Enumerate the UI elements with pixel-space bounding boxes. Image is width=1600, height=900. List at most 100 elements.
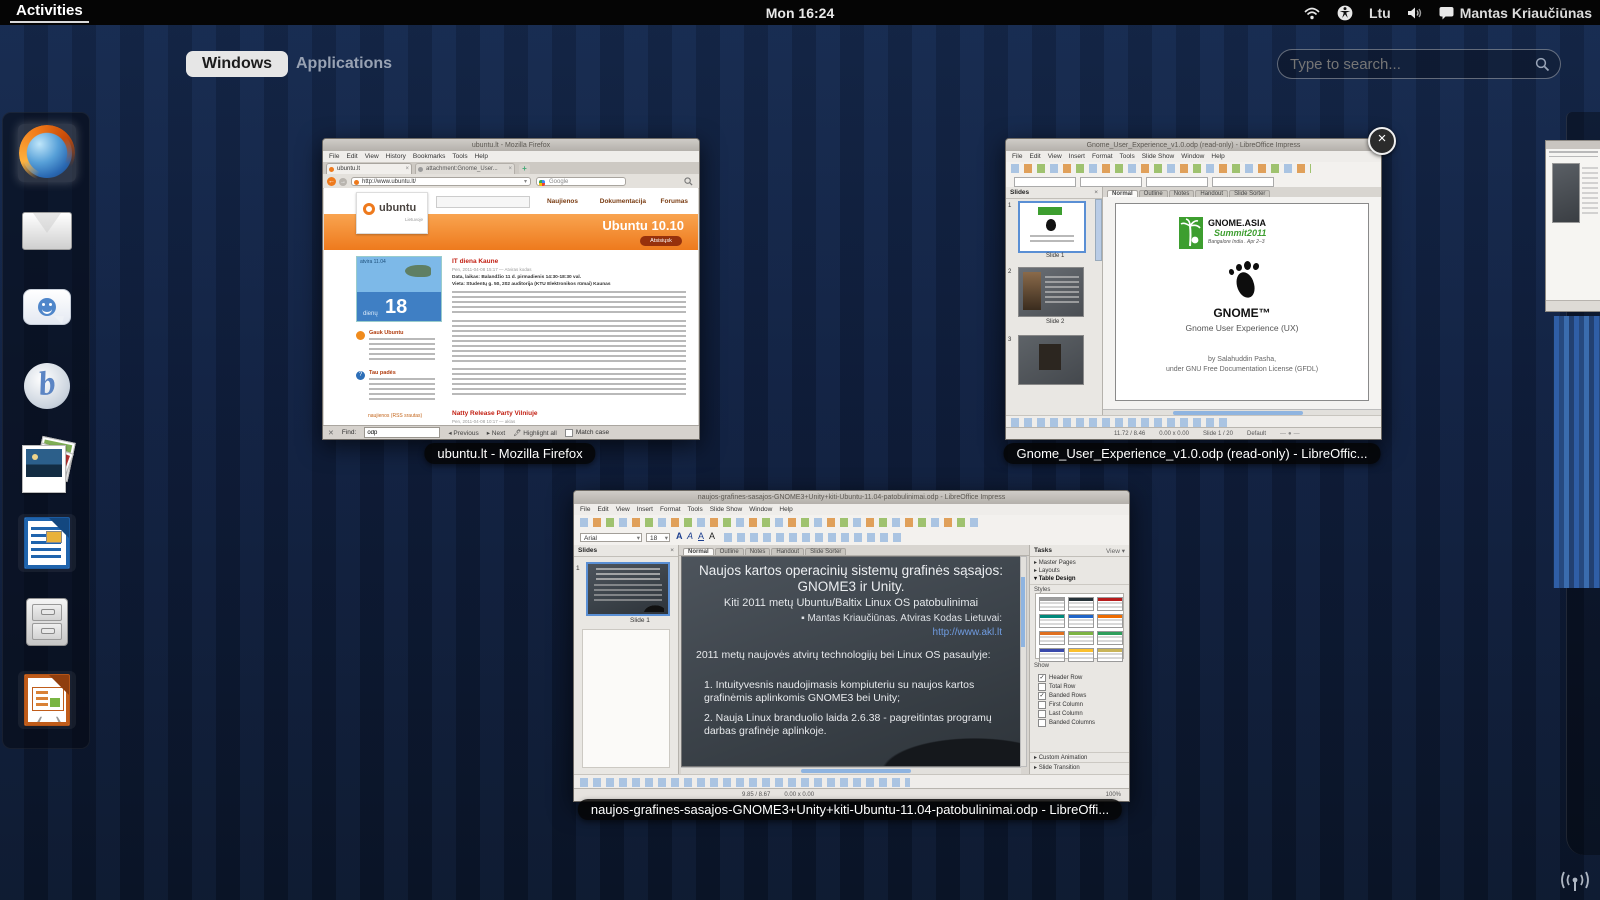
accessibility-icon[interactable] <box>1337 5 1353 21</box>
window-gnome-impress[interactable]: Gnome_User_Experience_v1.0.odp (read-onl… <box>1005 138 1382 440</box>
workspace-window-preview[interactable] <box>1545 140 1600 312</box>
dock-item-empathy-chat[interactable] <box>18 278 76 336</box>
highlight-all-button[interactable]: 🖊 Highlight all <box>513 429 557 437</box>
window-close-button[interactable]: × <box>1368 127 1396 155</box>
firefox-tab-2[interactable]: attachment:Gnome_User...× <box>415 163 515 174</box>
view-tabs[interactable]: NormalOutline NotesHandout Slide Sorter <box>679 545 1029 556</box>
zoom-slider[interactable]: —●— <box>1280 431 1302 437</box>
download-button[interactable]: Atsisiųsk <box>640 236 682 246</box>
checkbox-total-row[interactable]: Total Row <box>1038 682 1127 691</box>
table-style-swatch[interactable] <box>1039 597 1065 611</box>
toolbar-dropdown[interactable] <box>1212 177 1274 187</box>
main-impress-titlebar[interactable]: naujos-grafines-sasajos-GNOME3+Unity+kit… <box>574 491 1129 505</box>
dock-item-banshee[interactable] <box>18 357 76 415</box>
slide-title[interactable]: Naujos kartos operacinių sistemų grafinė… <box>682 563 1020 596</box>
window-caption-gnome-impress[interactable]: Gnome_User_Experience_v1.0.odp (read-onl… <box>1004 443 1381 464</box>
search-engine-field[interactable]: Google <box>536 177 626 186</box>
volume-icon[interactable] <box>1407 6 1423 20</box>
window-main-impress[interactable]: naujos-grafines-sasajos-GNOME3+Unity+kit… <box>573 490 1130 802</box>
findbar-close-icon[interactable]: ✕ <box>328 429 334 437</box>
url-bar[interactable]: http://www.ubuntu.lt/ ▾ <box>351 177 531 186</box>
dock-item-nautilus-files[interactable] <box>18 593 76 651</box>
find-next-button[interactable]: ▸ Next <box>487 429 505 437</box>
standard-toolbar[interactable] <box>1006 162 1381 176</box>
alignment-buttons[interactable] <box>724 533 904 542</box>
url-dropdown-icon[interactable]: ▾ <box>524 178 527 187</box>
font-name-select[interactable]: Arial▾ <box>580 533 642 542</box>
page-search-icon[interactable] <box>684 177 693 186</box>
tasks-section-custom-animation[interactable]: ▸ Custom Animation <box>1030 752 1129 762</box>
nav-forumas[interactable]: Forumas <box>661 198 688 205</box>
bold-button[interactable]: A <box>676 531 683 541</box>
slide-thumbnail-3[interactable] <box>1018 335 1084 385</box>
underline-button[interactable]: A <box>698 531 704 541</box>
tasks-section-table-design[interactable]: ▾ Table Design <box>1030 574 1129 585</box>
slide-canvas[interactable]: GNOME.ASIA Summit2011 Bangalore India . … <box>1115 203 1369 401</box>
dock-item-libreoffice-writer[interactable] <box>18 514 76 572</box>
window-caption-main-impress[interactable]: naujos-grafines-sasajos-GNOME3+Unity+kit… <box>578 799 1122 820</box>
slide-thumbnail-2[interactable] <box>1018 267 1084 317</box>
find-previous-button[interactable]: ◂ Previous <box>448 429 478 437</box>
table-style-swatch[interactable] <box>1039 631 1065 645</box>
network-broadcast-icon[interactable] <box>1556 866 1594 894</box>
canvas-area[interactable]: GNOME.ASIA Summit2011 Bangalore India . … <box>1103 197 1381 410</box>
dock-item-shotwell-photos[interactable] <box>18 435 76 493</box>
slide-subtitle[interactable]: Kiti 2011 metų Ubuntu/Baltix Linux OS pa… <box>682 597 1020 609</box>
activities-button[interactable]: Activities <box>10 2 89 23</box>
dock-item-firefox[interactable] <box>18 124 76 182</box>
rss-link[interactable]: naujienos (RSS srautas) <box>368 413 422 419</box>
find-bar[interactable]: ✕ Find: ◂ Previous ▸ Next 🖊 Highlight al… <box>323 425 699 439</box>
toolbar-dropdown[interactable] <box>1146 177 1208 187</box>
workspace-wallpaper-preview[interactable] <box>1553 316 1600 588</box>
match-case-checkbox[interactable]: Match case <box>565 428 609 437</box>
checkbox-banded-columns[interactable]: Banded Columns <box>1038 718 1127 727</box>
checkbox-last-column[interactable]: Last Column <box>1038 709 1127 718</box>
slide-thumbnail-1[interactable] <box>1018 201 1086 253</box>
table-style-swatch[interactable] <box>1068 614 1094 628</box>
font-size-select[interactable]: 18▾ <box>646 533 670 542</box>
h-scrollbar[interactable] <box>681 767 1021 774</box>
slides-panel[interactable]: Slides× 1 Slide 1 <box>574 545 679 774</box>
slides-scrollbar[interactable] <box>1095 199 1102 261</box>
tasks-section-layouts[interactable]: ▸ Layouts <box>1030 566 1129 574</box>
firefox-tab-active[interactable]: ubuntu.lt× <box>326 163 412 174</box>
shadow-button[interactable]: A <box>709 531 715 541</box>
checkbox-banded-rows[interactable]: Banded Rows <box>1038 691 1127 700</box>
window-firefox[interactable]: ubuntu.lt - Mozilla Firefox FileEditView… <box>322 138 700 440</box>
user-menu[interactable]: Mantas Kriaučiūnas <box>1439 5 1592 21</box>
firefox-page[interactable]: Ubuntu 10.10 Atsisiųsk ubuntu Lietuvoje … <box>324 188 698 426</box>
nav-dokumentacija[interactable]: Dokumentacija <box>600 198 646 205</box>
toolbar-dropdown[interactable] <box>1080 177 1142 187</box>
tasks-section-master-pages[interactable]: ▸ Master Pages <box>1030 557 1129 566</box>
ubuntu-logo-card[interactable]: ubuntu Lietuvoje <box>356 192 428 234</box>
search-box[interactable] <box>1277 49 1561 79</box>
language-indicator[interactable]: Ltu <box>1369 5 1391 21</box>
dock-item-evolution-mail[interactable] <box>18 202 76 260</box>
slides-panel[interactable]: Slides× 1 Slide 1 2 Slide 2 3 <box>1006 187 1103 416</box>
table-style-swatch[interactable] <box>1068 631 1094 645</box>
table-style-swatch[interactable] <box>1097 597 1123 611</box>
clock[interactable]: Mon 16:24 <box>766 5 834 21</box>
nav-naujienos[interactable]: Naujienos <box>547 198 578 205</box>
tasks-view-menu[interactable]: View ▾ <box>1106 547 1125 555</box>
table-style-swatch[interactable] <box>1068 648 1094 662</box>
dock-item-libreoffice-impress[interactable] <box>18 671 76 729</box>
drawing-toolbar[interactable] <box>574 774 1129 789</box>
slide-canvas[interactable]: Naujos kartos operacinių sistemų grafinė… <box>681 556 1021 767</box>
forward-button[interactable]: → <box>339 178 347 186</box>
v-scrollbar[interactable] <box>1020 556 1027 767</box>
toolbar-dropdown[interactable] <box>1014 177 1076 187</box>
table-style-swatch[interactable] <box>1039 614 1065 628</box>
tasks-panel[interactable]: TasksView ▾ ▸ Master Pages ▸ Layouts ▾ T… <box>1029 545 1129 774</box>
countdown-widget[interactable]: atvira 11.04 dienų 18 <box>356 256 442 322</box>
site-search-input[interactable] <box>436 196 530 208</box>
search-input[interactable] <box>1288 55 1535 74</box>
checkbox-first-column[interactable]: First Column <box>1038 700 1127 709</box>
text-format-toolbar[interactable]: Arial▾ 18▾ A A A A <box>574 530 1129 546</box>
italic-button[interactable]: A <box>687 531 693 541</box>
tasks-section-slide-transition[interactable]: ▸ Slide Transition <box>1030 762 1129 772</box>
slide-body-intro[interactable]: 2011 metų naujovės atvirų technologijų b… <box>696 649 1010 662</box>
table-style-swatch[interactable] <box>1068 597 1094 611</box>
standard-toolbar[interactable] <box>574 515 1129 531</box>
slide-thumbnail-1[interactable] <box>586 562 670 616</box>
